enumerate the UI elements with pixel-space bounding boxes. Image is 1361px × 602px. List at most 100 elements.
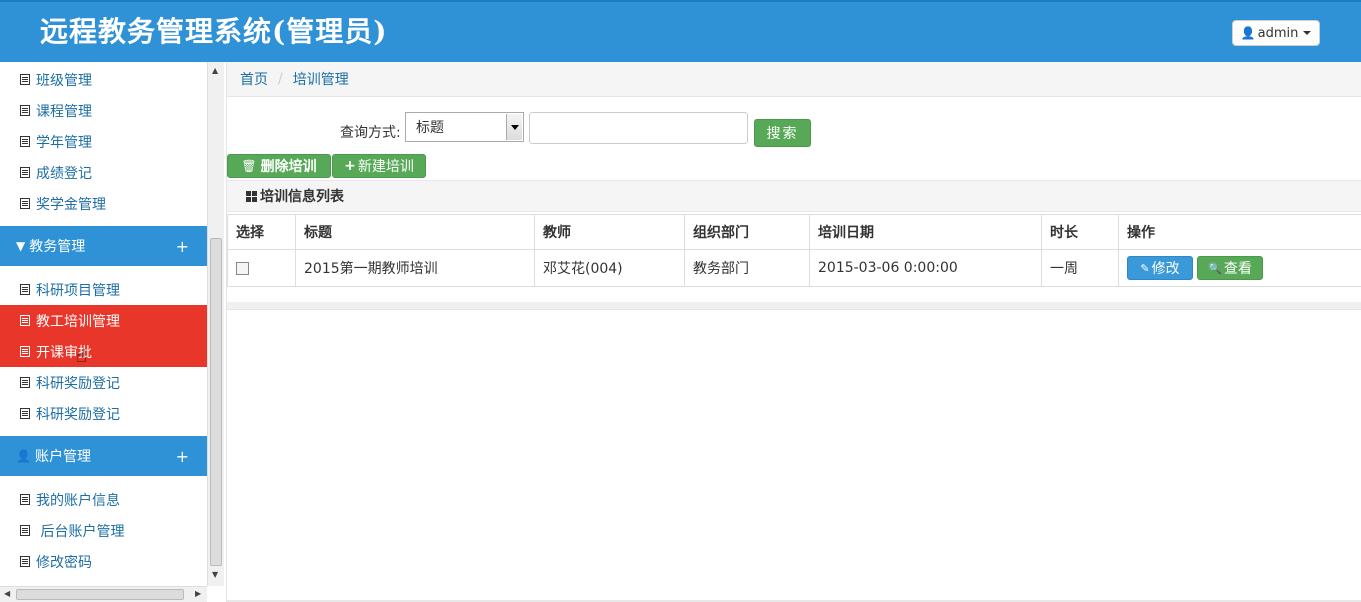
sidebar-item-scholarship[interactable]: 奖学金管理: [0, 188, 207, 219]
sidebar-group-label: 教务管理: [29, 239, 86, 255]
sidebar-item-label: 后台账户管理: [36, 523, 125, 540]
sidebar-item-course-approval[interactable]: 开课审批: [0, 336, 207, 367]
scroll-down-icon[interactable]: ▼: [212, 570, 218, 579]
list-icon: [20, 408, 30, 419]
row-duration: 一周: [1041, 249, 1119, 287]
sidebar-item-research-awards-2[interactable]: 科研奖励登记: [0, 398, 207, 429]
sidebar-item-label: 开课审批: [36, 344, 92, 361]
new-training-label: 新建培训: [357, 159, 414, 175]
column-header-select: 选择: [227, 214, 296, 250]
sidebar-item-label: 我的账户信息: [36, 492, 120, 509]
panel-header: 培训信息列表: [227, 180, 1361, 212]
sidebar-item-my-account[interactable]: 我的账户信息: [0, 484, 207, 515]
sidebar-item-label: 班级管理: [36, 72, 92, 89]
sidebar-group-label: 账户管理: [34, 449, 91, 465]
sidebar-item-research-projects[interactable]: 科研项目管理: [0, 274, 207, 305]
search-mode-label: 查询方式:: [340, 125, 401, 141]
list-icon: [20, 74, 30, 85]
new-training-button[interactable]: + 新建培训: [332, 154, 426, 178]
list-icon: [20, 315, 30, 326]
sidebar-item-change-password[interactable]: 修改密码: [0, 546, 207, 577]
column-header-actions: 操作: [1118, 214, 1361, 250]
search-mode-value: 标题: [416, 120, 444, 136]
app-title: 远程教务管理系统(管理员): [40, 15, 388, 48]
search-mode-select[interactable]: 标题: [405, 112, 524, 142]
panel-title: 培训信息列表: [260, 189, 344, 205]
search-bar: 查询方式: 标题 搜索: [227, 112, 1361, 148]
column-header-title: 标题: [295, 214, 535, 250]
user-name: admin: [1257, 25, 1299, 41]
sidebar-item-admin-accounts[interactable]: 后台账户管理: [0, 515, 207, 546]
sidebar-vertical-scrollbar[interactable]: ▲ ▼: [207, 62, 224, 586]
breadcrumb: 首页 / 培训管理: [227, 62, 1361, 97]
dropdown-arrow-icon[interactable]: [506, 114, 522, 140]
sidebar-item-course[interactable]: 课程管理: [0, 95, 207, 126]
breadcrumb-current-link[interactable]: 培训管理: [293, 69, 349, 89]
search-input[interactable]: [529, 112, 748, 144]
column-header-department: 组织部门: [684, 214, 810, 250]
list-icon: [20, 494, 30, 505]
list-icon: [20, 556, 30, 567]
list-icon: [20, 346, 30, 357]
edit-button[interactable]: ✎ 修改: [1127, 256, 1193, 280]
scroll-right-icon[interactable]: ▶: [195, 589, 201, 598]
sidebar-item-label: 课程管理: [36, 103, 92, 120]
scroll-left-icon[interactable]: ◀: [4, 589, 10, 598]
view-label: 查看: [1223, 261, 1252, 277]
column-header-date: 培训日期: [809, 214, 1042, 250]
training-table: 选择 标题 教师 组织部门 培训日期 时长 操作 2015第一期教师培训 邓艾花…: [227, 214, 1361, 287]
zoom-icon: 🔍: [1208, 261, 1222, 275]
row-checkbox[interactable]: [236, 261, 249, 275]
user-icon: 👤: [16, 449, 31, 463]
list-icon: [20, 198, 30, 209]
list-icon: [20, 105, 30, 116]
sidebar-group-academic[interactable]: ▼ 教务管理 +: [0, 226, 207, 266]
trash-icon: 🗑: [241, 159, 257, 173]
sidebar-item-label: 科研项目管理: [36, 282, 120, 299]
list-icon: [20, 136, 30, 147]
edit-label: 修改: [1151, 261, 1180, 277]
expand-icon[interactable]: +: [176, 447, 189, 466]
grid-icon: [246, 190, 257, 202]
view-button[interactable]: 🔍 查看: [1197, 256, 1263, 280]
sidebar-item-class[interactable]: 班级管理: [0, 64, 207, 95]
edit-icon: ✎: [1140, 261, 1150, 275]
filter-icon: ▼: [16, 239, 26, 253]
sidebar-item-staff-training[interactable]: 教工培训管理: [0, 305, 207, 336]
sidebar-item-school-year[interactable]: 学年管理: [0, 126, 207, 157]
panel-footer: [227, 302, 1361, 310]
column-header-duration: 时长: [1041, 214, 1119, 250]
delete-training-label: 删除培训: [260, 159, 317, 175]
sidebar-item-label: 教工培训管理: [36, 313, 120, 330]
breadcrumb-separator: /: [278, 71, 283, 87]
list-icon: [20, 284, 30, 295]
user-menu-button[interactable]: 👤 admin: [1232, 20, 1320, 46]
top-header: 远程教务管理系统(管理员) 👤 admin: [0, 0, 1361, 62]
main-content: 首页 / 培训管理 查询方式: 标题 搜索 🗑 删除培训 + 新建培训 培训信息…: [226, 62, 1361, 602]
breadcrumb-home-link[interactable]: 首页: [240, 69, 268, 89]
expand-icon[interactable]: +: [176, 237, 189, 256]
user-icon: 👤: [1240, 26, 1256, 40]
sidebar-item-label: 修改密码: [36, 554, 92, 571]
table-header-row: 选择 标题 教师 组织部门 培训日期 时长 操作: [227, 214, 1361, 250]
search-button[interactable]: 搜索: [754, 119, 811, 147]
scrollbar-thumb[interactable]: [16, 589, 184, 600]
table-row: 2015第一期教师培训 邓艾花(004) 教务部门 2015-03-06 0:0…: [227, 249, 1361, 287]
sidebar-item-research-awards[interactable]: 科研奖励登记: [0, 367, 207, 398]
sidebar-item-label: 奖学金管理: [36, 196, 106, 213]
row-teacher: 邓艾花(004): [534, 249, 685, 287]
sidebar-horizontal-scrollbar[interactable]: ◀ ▶: [0, 586, 207, 602]
sidebar-item-grades[interactable]: 成绩登记: [0, 157, 207, 188]
chevron-down-icon: [1303, 31, 1312, 35]
sidebar: 班级管理 课程管理 学年管理 成绩登记 奖学金管理 ▼ 教务管理 + 科研项目管…: [0, 62, 207, 586]
list-icon: [20, 167, 30, 178]
scrollbar-thumb[interactable]: [210, 238, 222, 566]
row-select-cell: [227, 249, 296, 287]
row-actions: ✎ 修改 🔍 查看: [1118, 249, 1361, 287]
row-title: 2015第一期教师培训: [295, 249, 535, 287]
scroll-up-icon[interactable]: ▲: [212, 66, 218, 75]
delete-training-button[interactable]: 🗑 删除培训: [227, 154, 331, 178]
list-icon: [20, 525, 30, 536]
sidebar-group-account[interactable]: 👤 账户管理 +: [0, 436, 207, 476]
row-date: 2015-03-06 0:00:00: [809, 249, 1042, 287]
